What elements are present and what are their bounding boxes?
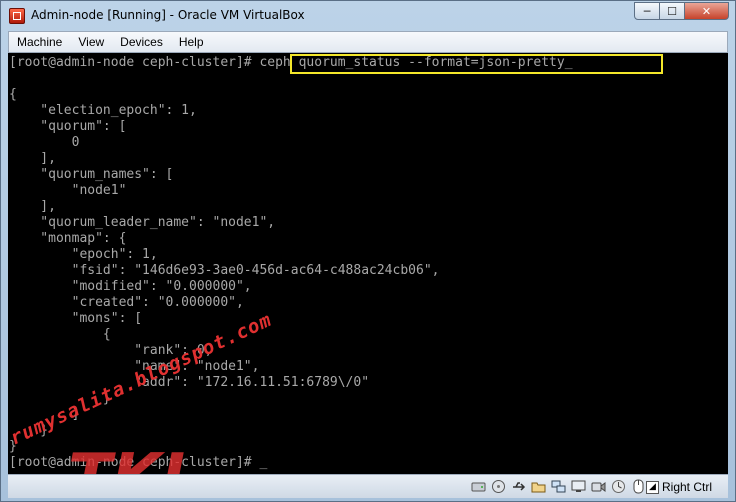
maximize-button[interactable]: ☐ bbox=[660, 2, 685, 20]
optical-drive-icon[interactable] bbox=[490, 478, 507, 495]
window-controls: ─ ☐ ✕ bbox=[634, 2, 729, 22]
mouse-integration-icon[interactable] bbox=[630, 478, 647, 495]
virtualbox-app-icon[interactable] bbox=[9, 8, 25, 24]
terminal-output: [root@admin-node ceph-cluster]# ceph quo… bbox=[9, 55, 573, 471]
host-key-label: Right Ctrl bbox=[662, 480, 713, 494]
host-key-indicator: ◢ Right Ctrl bbox=[646, 478, 712, 496]
terminal-line: "quorum_leader_name": "node1", bbox=[9, 215, 276, 230]
virtualbox-window: Admin-node [Running] - Oracle VM Virtual… bbox=[0, 0, 736, 502]
menu-bar: Machine View Devices Help bbox=[8, 31, 728, 53]
terminal-line: } bbox=[9, 439, 17, 454]
terminal-line: } bbox=[9, 423, 49, 438]
minimize-button[interactable]: ─ bbox=[634, 2, 660, 20]
host-key-arrow-icon: ◢ bbox=[646, 480, 659, 494]
terminal-line: { bbox=[9, 327, 111, 342]
menu-machine[interactable]: Machine bbox=[9, 32, 70, 52]
terminal-line: "modified": "0.000000", bbox=[9, 279, 252, 294]
terminal-line: [root@admin-node ceph-cluster]# _ bbox=[9, 455, 268, 470]
terminal-line: "quorum": [ bbox=[9, 119, 127, 134]
terminal-line: "node1" bbox=[9, 183, 127, 198]
usb-icon[interactable] bbox=[510, 478, 527, 495]
window-title: Admin-node [Running] - Oracle VM Virtual… bbox=[31, 8, 305, 22]
terminal-line: ], bbox=[9, 199, 56, 214]
vm-console-screen[interactable]: [root@admin-node ceph-cluster]# ceph quo… bbox=[8, 53, 728, 474]
terminal-line: "mons": [ bbox=[9, 311, 143, 326]
menu-view[interactable]: View bbox=[70, 32, 112, 52]
title-bar[interactable]: Admin-node [Running] - Oracle VM Virtual… bbox=[1, 1, 735, 31]
close-button[interactable]: ✕ bbox=[685, 2, 729, 20]
terminal-line: ] bbox=[9, 407, 80, 422]
terminal-line: "monmap": { bbox=[9, 231, 127, 246]
terminal-line: } bbox=[9, 391, 111, 406]
hard-disk-icon[interactable] bbox=[470, 478, 487, 495]
cpu-icon[interactable] bbox=[610, 478, 627, 495]
network-icon[interactable] bbox=[550, 478, 567, 495]
device-status-icons bbox=[470, 478, 647, 495]
terminal-line: "addr": "172.16.11.51:6789\/0" bbox=[9, 375, 370, 390]
status-bar: ◢ Right Ctrl bbox=[8, 474, 728, 498]
terminal-line: "rank": 0, bbox=[9, 343, 213, 358]
terminal-line: "created": "0.000000", bbox=[9, 295, 244, 310]
terminal-line: [root@admin-node ceph-cluster]# ceph quo… bbox=[9, 55, 573, 70]
terminal-line: "name": "node1", bbox=[9, 359, 260, 374]
terminal-line: 0 bbox=[9, 135, 80, 150]
terminal-line: "quorum_names": [ bbox=[9, 167, 174, 182]
menu-help[interactable]: Help bbox=[171, 32, 212, 52]
terminal-line: ], bbox=[9, 151, 56, 166]
terminal-line: "election_epoch": 1, bbox=[9, 103, 197, 118]
terminal-line: { bbox=[9, 87, 17, 102]
display-icon[interactable] bbox=[570, 478, 587, 495]
terminal-line: "epoch": 1, bbox=[9, 247, 158, 262]
terminal-line: "fsid": "146d6e93-3ae0-456d-ac64-c488ac2… bbox=[9, 263, 440, 278]
shared-folders-icon[interactable] bbox=[530, 478, 547, 495]
video-capture-icon[interactable] bbox=[590, 478, 607, 495]
menu-devices[interactable]: Devices bbox=[112, 32, 171, 52]
